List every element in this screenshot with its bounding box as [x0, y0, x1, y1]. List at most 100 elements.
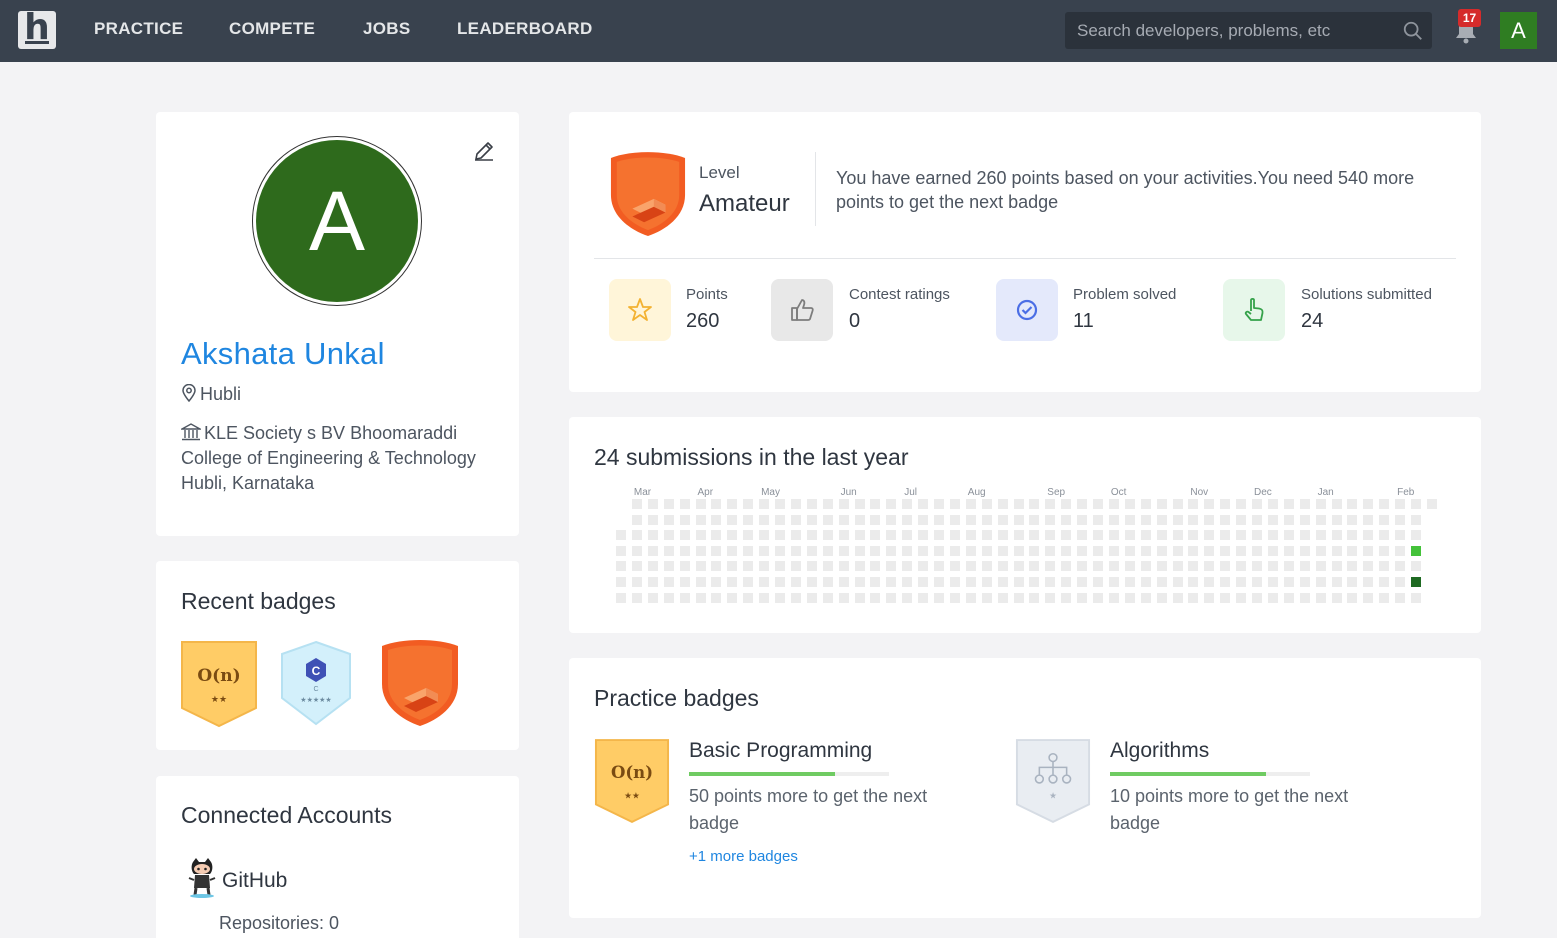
heatmap-cell[interactable] [759, 530, 769, 540]
heatmap-cell[interactable] [1077, 577, 1087, 587]
heatmap-cell[interactable] [1427, 499, 1437, 509]
heatmap-cell[interactable] [1411, 577, 1421, 587]
heatmap-cell[interactable] [1236, 530, 1246, 540]
heatmap-cell[interactable] [982, 546, 992, 556]
heatmap-cell[interactable] [711, 593, 721, 603]
heatmap-cell[interactable] [1077, 530, 1087, 540]
heatmap-cell[interactable] [1316, 561, 1326, 571]
heatmap-cell[interactable] [791, 561, 801, 571]
heatmap-cell[interactable] [934, 561, 944, 571]
heatmap-cell[interactable] [886, 593, 896, 603]
heatmap-cell[interactable] [680, 530, 690, 540]
heatmap-cell[interactable] [696, 530, 706, 540]
heatmap-cell[interactable] [1411, 561, 1421, 571]
heatmap-cell[interactable] [1284, 593, 1294, 603]
search-icon[interactable] [1402, 20, 1424, 42]
heatmap-cell[interactable] [664, 546, 674, 556]
heatmap-cell[interactable] [1284, 515, 1294, 525]
heatmap-cell[interactable] [1157, 561, 1167, 571]
heatmap-cell[interactable] [727, 546, 737, 556]
heatmap-cell[interactable] [1220, 530, 1230, 540]
heatmap-cell[interactable] [1252, 499, 1262, 509]
heatmap-cell[interactable] [1220, 546, 1230, 556]
heatmap-cell[interactable] [1268, 515, 1278, 525]
heatmap-cell[interactable] [934, 546, 944, 556]
heatmap-cell[interactable] [1157, 499, 1167, 509]
heatmap-cell[interactable] [1204, 515, 1214, 525]
heatmap-cell[interactable] [759, 546, 769, 556]
heatmap-cell[interactable] [823, 561, 833, 571]
heatmap-cell[interactable] [1284, 577, 1294, 587]
heatmap-cell[interactable] [1077, 561, 1087, 571]
heatmap-cell[interactable] [1332, 515, 1342, 525]
heatmap-cell[interactable] [1204, 499, 1214, 509]
heatmap-cell[interactable] [1332, 577, 1342, 587]
heatmap-cell[interactable] [1141, 577, 1151, 587]
heatmap-cell[interactable] [966, 577, 976, 587]
heatmap-cell[interactable] [1045, 499, 1055, 509]
heatmap-cell[interactable] [807, 530, 817, 540]
heatmap-cell[interactable] [1157, 593, 1167, 603]
heatmap-cell[interactable] [1300, 593, 1310, 603]
heatmap-cell[interactable] [1109, 577, 1119, 587]
heatmap-cell[interactable] [998, 593, 1008, 603]
heatmap-cell[interactable] [839, 593, 849, 603]
heatmap-cell[interactable] [1268, 530, 1278, 540]
heatmap-cell[interactable] [1284, 561, 1294, 571]
heatmap-cell[interactable] [1109, 593, 1119, 603]
heatmap-cell[interactable] [870, 530, 880, 540]
heatmap-cell[interactable] [1363, 577, 1373, 587]
heatmap-cell[interactable] [1188, 593, 1198, 603]
heatmap-cell[interactable] [664, 593, 674, 603]
heatmap-cell[interactable] [934, 515, 944, 525]
heatmap-cell[interactable] [807, 499, 817, 509]
heatmap-cell[interactable] [1268, 593, 1278, 603]
heatmap-cell[interactable] [743, 577, 753, 587]
heatmap-cell[interactable] [791, 577, 801, 587]
heatmap-cell[interactable] [1029, 577, 1039, 587]
heatmap-cell[interactable] [648, 515, 658, 525]
heatmap-cell[interactable] [1379, 561, 1389, 571]
heatmap-cell[interactable] [918, 577, 928, 587]
heatmap-cell[interactable] [934, 577, 944, 587]
heatmap-cell[interactable] [823, 499, 833, 509]
heatmap-cell[interactable] [1077, 546, 1087, 556]
heatmap-cell[interactable] [1332, 530, 1342, 540]
heatmap-cell[interactable] [791, 499, 801, 509]
heatmap-cell[interactable] [711, 530, 721, 540]
heatmap-cell[interactable] [775, 593, 785, 603]
heatmap-cell[interactable] [950, 546, 960, 556]
heatmap-cell[interactable] [1252, 530, 1262, 540]
heatmap-cell[interactable] [616, 577, 626, 587]
heatmap-cell[interactable] [775, 499, 785, 509]
heatmap-cell[interactable] [823, 593, 833, 603]
heatmap-cell[interactable] [1363, 593, 1373, 603]
heatmap-cell[interactable] [1411, 546, 1421, 556]
heatmap-cell[interactable] [1379, 577, 1389, 587]
heatmap-cell[interactable] [664, 530, 674, 540]
heatmap-cell[interactable] [1347, 499, 1357, 509]
heatmap-cell[interactable] [680, 499, 690, 509]
heatmap-cell[interactable] [775, 577, 785, 587]
heatmap-cell[interactable] [886, 530, 896, 540]
heatmap-cell[interactable] [1157, 546, 1167, 556]
heatmap-cell[interactable] [1284, 530, 1294, 540]
heatmap-cell[interactable] [839, 515, 849, 525]
heatmap-cell[interactable] [1268, 499, 1278, 509]
heatmap-cell[interactable] [1236, 593, 1246, 603]
heatmap-cell[interactable] [918, 561, 928, 571]
heatmap-cell[interactable] [616, 530, 626, 540]
heatmap-cell[interactable] [1125, 593, 1135, 603]
heatmap-cell[interactable] [1252, 577, 1262, 587]
heatmap-cell[interactable] [1061, 530, 1071, 540]
heatmap-cell[interactable] [727, 499, 737, 509]
heatmap-cell[interactable] [839, 561, 849, 571]
heatmap-cell[interactable] [1061, 577, 1071, 587]
heatmap-cell[interactable] [886, 561, 896, 571]
heatmap-cell[interactable] [998, 546, 1008, 556]
heatmap-cell[interactable] [1204, 546, 1214, 556]
heatmap-cell[interactable] [1061, 515, 1071, 525]
heatmap-cell[interactable] [1014, 577, 1024, 587]
heatmap-cell[interactable] [1347, 593, 1357, 603]
heatmap-cell[interactable] [648, 530, 658, 540]
